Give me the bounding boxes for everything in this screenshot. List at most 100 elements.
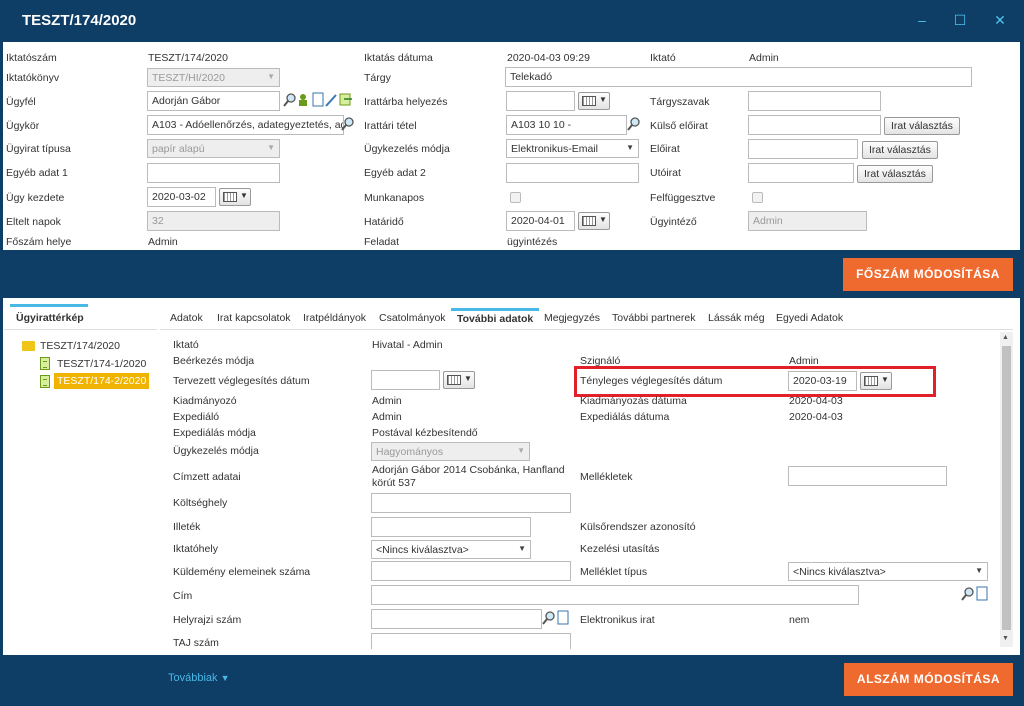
search-icon[interactable] xyxy=(626,116,642,132)
foszam-modositasa-button[interactable]: FŐSZÁM MÓDOSÍTÁSA xyxy=(843,258,1013,291)
irat-valasztas-button[interactable]: Irat választás xyxy=(862,141,938,159)
munkanapos-label: Munkanapos xyxy=(364,192,425,204)
tab-iratpeldanyok[interactable]: Iratpéldányok xyxy=(303,308,366,330)
expedialas-modja-label: Expediálás módja xyxy=(173,427,256,439)
tab-csatolmanyok[interactable]: Csatolmányok xyxy=(379,308,446,330)
ugykezeles-modja-value: Elektronikus-Email xyxy=(511,143,598,155)
ugyirat-tipusa-value: papír alapú xyxy=(152,143,205,155)
document-icon xyxy=(976,586,988,601)
ugykezeles-modja-select[interactable]: Elektronikus-Email ▼ xyxy=(506,139,639,158)
search-icon xyxy=(961,587,974,601)
ugyfel-label: Ügyfél xyxy=(6,96,36,108)
iktato-value: Admin xyxy=(749,52,779,64)
highlight-box xyxy=(574,366,936,397)
kiadmanyozo-value: Admin xyxy=(372,395,402,407)
targyszavak-field[interactable] xyxy=(748,91,881,111)
ugykor-field[interactable]: A103 - Adóellenőrzés, adategyeztetés, ad… xyxy=(147,115,344,135)
elektronikus-label: Elektronikus irat xyxy=(580,614,655,626)
scrollbar-thumb[interactable] xyxy=(1002,346,1011,630)
kiadmanyozas-datuma-value: 2020-04-03 xyxy=(789,395,843,407)
ugyfel-field[interactable]: Adorján Gábor xyxy=(147,91,280,111)
calendar-icon[interactable]: ▼ xyxy=(219,188,251,206)
alszam-modositasa-button[interactable]: ALSZÁM MÓDOSÍTÁSA xyxy=(844,663,1013,696)
close-icon[interactable]: ✕ xyxy=(992,12,1008,28)
tab-irat-kapcsolatok[interactable]: Irat kapcsolatok xyxy=(217,308,291,330)
irattari-tetel-label: Irattári tétel xyxy=(364,120,417,132)
kulsorendszer-label: Külsőrendszer azonosító xyxy=(580,521,696,533)
tab-egyedi-adatok[interactable]: Egyedi Adatok xyxy=(776,308,843,330)
export-icon xyxy=(339,93,352,106)
tab-adatok[interactable]: Adatok xyxy=(170,308,203,330)
scroll-up-icon[interactable]: ▲ xyxy=(1002,334,1009,341)
iktatohely-select[interactable]: <Nincs kiválasztva> ▼ xyxy=(371,540,531,559)
helyrajzi-action-icons[interactable] xyxy=(541,610,571,626)
iktatokonyv-label: Iktatókönyv xyxy=(6,72,60,84)
ugyfel-action-icons[interactable] xyxy=(282,92,354,108)
egyeb-adat1-field[interactable] xyxy=(147,163,280,183)
kuldemeny-field[interactable] xyxy=(371,561,571,581)
tervezett-field[interactable] xyxy=(371,370,440,390)
foszam-helye-value: Admin xyxy=(148,236,178,248)
scroll-down-icon[interactable]: ▼ xyxy=(1002,635,1009,642)
document-icon xyxy=(40,357,50,370)
tabs-divider xyxy=(160,329,1013,330)
irattarba-field[interactable] xyxy=(506,91,575,111)
window-frame-right xyxy=(1020,42,1024,706)
tovabbiak-label: Továbbiak xyxy=(168,672,218,684)
tab-megjegyzes[interactable]: Megjegyzés xyxy=(544,308,600,330)
expedialo-label: Expediáló xyxy=(173,411,220,423)
irattari-tetel-field[interactable]: A103 10 10 - xyxy=(506,115,627,135)
calendar-icon[interactable]: ▼ xyxy=(443,371,475,389)
tab-tovabbi-partnerek[interactable]: További partnerek xyxy=(612,308,695,330)
calendar-icon[interactable]: ▼ xyxy=(578,212,610,230)
targy-label: Tárgy xyxy=(364,72,391,84)
egyeb-adat2-field[interactable] xyxy=(506,163,639,183)
tervezett-label: Tervezett véglegesítés dátum xyxy=(173,375,310,387)
felfuggesztve-label: Felfüggesztve xyxy=(650,192,716,204)
document-icon xyxy=(40,375,50,388)
tree-child-1[interactable]: TESZT/174-1/2020 xyxy=(57,358,146,370)
document-icon xyxy=(557,610,569,625)
search-icon[interactable] xyxy=(340,116,356,132)
mellekletek-field[interactable] xyxy=(788,466,947,486)
tree-root[interactable]: TESZT/174/2020 xyxy=(40,340,120,352)
illetek-field[interactable] xyxy=(371,517,531,537)
cimzett-value-1: Adorján Gábor 2014 Csobánka, Hanfland xyxy=(372,464,565,476)
tab-lassak-meg[interactable]: Lássák még xyxy=(708,308,765,330)
irat-valasztas-button[interactable]: Irat választás xyxy=(884,117,960,135)
felfuggesztve-checkbox[interactable] xyxy=(752,192,763,203)
tovabbiak-link[interactable]: Továbbiak ▼ xyxy=(168,672,230,684)
helyrajzi-field[interactable] xyxy=(371,609,542,629)
ugy-kezdete-field[interactable]: 2020-03-02 xyxy=(147,187,216,207)
illetek-label: Illeték xyxy=(173,521,201,533)
mellekletek-label: Mellékletek xyxy=(580,471,633,483)
tab-tovabbi-adatok[interactable]: További adatok xyxy=(451,308,540,330)
hatarido-field[interactable]: 2020-04-01 xyxy=(506,211,575,231)
expedialas-datuma-value: 2020-04-03 xyxy=(789,411,843,423)
kulso-eloirat-field[interactable] xyxy=(748,115,881,135)
expedialas-datuma-label: Expediálás dátuma xyxy=(580,411,670,423)
cim-action-icons[interactable] xyxy=(960,586,990,602)
munkanapos-checkbox[interactable] xyxy=(510,192,521,203)
eltelt-napok-label: Eltelt napok xyxy=(6,216,61,228)
chevron-down-icon: ▼ xyxy=(975,566,983,575)
vertical-scrollbar[interactable]: ▲ ▼ xyxy=(1000,332,1013,647)
maximize-icon[interactable]: ☐ xyxy=(952,12,968,28)
melleklet-tipus-select[interactable]: <Nincs kiválasztva> ▼ xyxy=(788,562,988,581)
eloirat-field[interactable] xyxy=(748,139,858,159)
tree-divider xyxy=(4,329,157,330)
targy-field[interactable]: Telekadó xyxy=(505,67,972,87)
tab-ugyirat-terkep[interactable]: Ügyirattérkép xyxy=(10,304,88,328)
window-title: TESZT/174/2020 xyxy=(22,12,137,29)
minimize-icon[interactable]: – xyxy=(914,12,930,28)
cim-field[interactable] xyxy=(371,585,859,605)
tree-child-2-selected[interactable]: TESZT/174-2/2020 xyxy=(54,373,150,389)
koltseghely-field[interactable] xyxy=(371,493,571,513)
taj-field[interactable] xyxy=(371,633,571,649)
edit-icon xyxy=(325,94,337,107)
calendar-icon[interactable]: ▼ xyxy=(578,92,610,110)
utoirat-field[interactable] xyxy=(748,163,854,183)
cimzett-value-2: körút 537 xyxy=(372,477,416,489)
irat-valasztas-button[interactable]: Irat választás xyxy=(857,165,933,183)
melleklet-tipus-value: <Nincs kiválasztva> xyxy=(793,566,886,578)
